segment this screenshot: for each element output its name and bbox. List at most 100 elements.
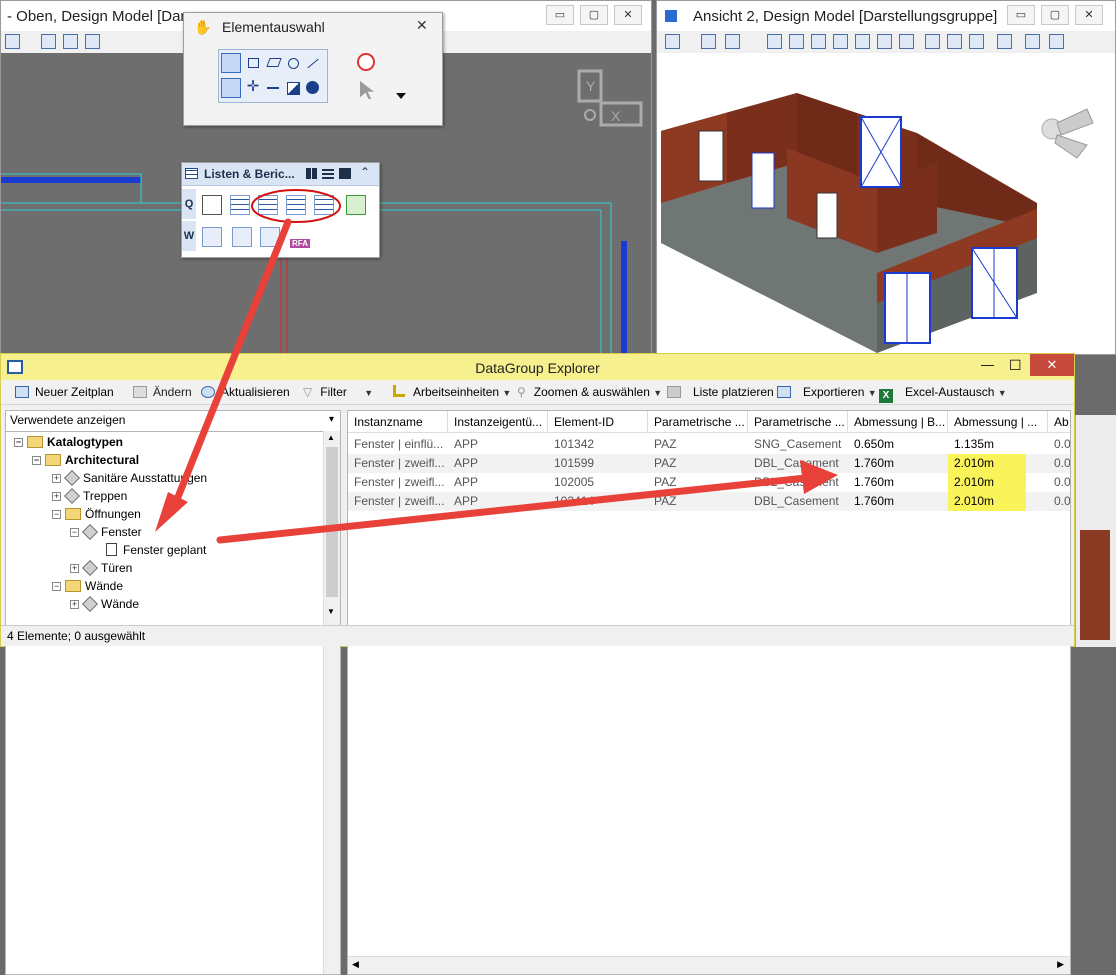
invert-selection-icon[interactable] — [283, 78, 303, 98]
filter-dropdown-icon[interactable]: ▼ — [364, 388, 373, 398]
new-schedule-button[interactable]: Neuer Zeitplan — [15, 384, 114, 400]
tree-node-openings[interactable]: − Öffnungen — [52, 505, 141, 523]
refresh-button[interactable]: Aktualisieren — [201, 384, 290, 400]
grid-horizontal-scrollbar[interactable]: ◀ ▶ — [348, 956, 1070, 974]
tree-node-doors[interactable]: + Türen — [70, 559, 132, 577]
column-header[interactable]: Parametrische ... — [748, 411, 848, 433]
lists-reports-header[interactable]: Listen & Beric... ⌃ — [182, 163, 379, 186]
fit-view-icon[interactable] — [855, 34, 870, 49]
collapse-icon[interactable]: ⌃ — [360, 165, 370, 179]
scroll-down-icon[interactable]: ▼ — [327, 607, 335, 616]
tree-node-sanitary[interactable]: + Sanitäre Ausstattungen — [52, 469, 207, 487]
view2-canvas[interactable] — [657, 53, 1115, 354]
edit-report-icon[interactable] — [202, 195, 222, 215]
tree-scrollbar[interactable]: ▲ ▼ — [323, 431, 340, 974]
validate-report-icon[interactable] — [314, 195, 334, 215]
open-report-icon[interactable] — [202, 227, 222, 247]
tool-icon[interactable] — [767, 34, 782, 49]
collapse-icon[interactable]: − — [32, 456, 41, 465]
tree-node-windows-planned[interactable]: Fenster geplant — [106, 541, 206, 559]
column-header[interactable]: Ab — [1048, 411, 1070, 433]
place-list-button[interactable]: Liste platzieren — [667, 384, 774, 400]
view-render-icon[interactable] — [1049, 34, 1064, 49]
excel-exchange-button[interactable]: X Excel-Austausch ▼ — [879, 384, 1007, 403]
walk-icon[interactable] — [925, 34, 940, 49]
tree-node-stairs[interactable]: + Treppen — [52, 487, 127, 505]
rectangle-mode-icon[interactable] — [243, 53, 263, 73]
details-view-icon[interactable] — [339, 168, 351, 179]
maximize-button[interactable]: ▢ — [1041, 5, 1069, 25]
tree-node-walls-folder[interactable]: − Wände — [52, 577, 123, 595]
subtract-selection-icon[interactable] — [263, 78, 283, 98]
scroll-left-icon[interactable]: ◀ — [352, 959, 359, 970]
new-selection-icon[interactable] — [221, 78, 241, 98]
import-report-icon[interactable] — [232, 227, 252, 247]
add-selection-icon[interactable]: ✛ — [243, 78, 263, 98]
table-row[interactable]: Fenster | zweifl... APP 101599 PAZ DBL_Casem… — [348, 454, 1070, 473]
individual-mode-icon[interactable] — [221, 53, 241, 73]
collapse-icon[interactable]: − — [14, 438, 23, 447]
scroll-up-icon[interactable]: ▲ — [327, 433, 335, 442]
previous-view-icon[interactable] — [947, 34, 962, 49]
rfa-badge[interactable]: RFA — [290, 239, 310, 248]
minimize-button[interactable]: — — [981, 357, 994, 372]
minimize-button[interactable]: ▭ — [546, 5, 574, 25]
filter-icon[interactable] — [41, 34, 56, 49]
collapse-icon[interactable]: − — [52, 582, 61, 591]
column-header[interactable]: Element-ID — [548, 411, 648, 433]
pan-view-icon[interactable] — [899, 34, 914, 49]
circle-mode-icon[interactable] — [283, 53, 303, 73]
filter-button[interactable]: ▽ Filter ▼ — [303, 384, 373, 400]
expand-icon[interactable]: + — [52, 474, 61, 483]
change-button[interactable]: Ändern — [133, 384, 192, 400]
export-report-icon[interactable] — [260, 227, 280, 247]
tree-node-catalog-types[interactable]: − Katalogtypen — [14, 433, 123, 451]
render-icon[interactable] — [85, 34, 100, 49]
expand-icon[interactable]: + — [70, 564, 79, 573]
parallelogram-mode-icon[interactable] — [263, 53, 283, 73]
expand-icon[interactable]: + — [52, 492, 61, 501]
zoom-out-icon[interactable] — [811, 34, 826, 49]
close-button[interactable]: ✕ — [1075, 5, 1103, 25]
more-options-icon[interactable] — [396, 93, 406, 99]
define-report-icon[interactable] — [230, 195, 250, 215]
settings-icon[interactable] — [63, 34, 78, 49]
report-wizard-icon[interactable] — [258, 195, 278, 215]
cursor-select-icon[interactable] — [360, 81, 374, 99]
tree-scroll-thumb[interactable] — [326, 447, 338, 597]
minimize-button[interactable]: ▭ — [1007, 5, 1035, 25]
table-row[interactable]: Fenster | zweifl... APP 102005 PAZ DBL_Casem… — [348, 473, 1070, 492]
refresh-report-icon[interactable] — [346, 195, 366, 215]
view2-titlebar[interactable]: Ansicht 2, Design Model [Darstellungsgru… — [657, 1, 1115, 31]
view-settings-icon[interactable] — [1025, 34, 1040, 49]
maximize-button[interactable]: ☐ — [1009, 357, 1022, 374]
schedule-icon[interactable] — [286, 195, 306, 215]
column-header[interactable]: Instanzname — [348, 411, 448, 433]
select-all-icon[interactable] — [303, 78, 323, 98]
working-units-button[interactable]: Arbeitseinheiten ▼ — [393, 384, 511, 400]
column-header[interactable]: Parametrische ... — [648, 411, 748, 433]
column-header[interactable]: Abmessung | ... — [948, 411, 1048, 433]
close-button[interactable]: ✕ — [1030, 354, 1074, 376]
zoom-in-icon[interactable] — [789, 34, 804, 49]
rotate-view-icon[interactable] — [877, 34, 892, 49]
collapse-icon[interactable]: − — [52, 510, 61, 519]
show-used-combo[interactable]: Verwendete anzeigen ▾ — [6, 411, 340, 432]
tree-node-architectural[interactable]: − Architectural — [32, 451, 139, 469]
element-selection-titlebar[interactable]: ✋ Elementauswahl ✕ — [184, 13, 442, 41]
light-icon[interactable] — [725, 34, 740, 49]
line-mode-icon[interactable] — [303, 53, 323, 73]
close-button[interactable]: ✕ — [416, 17, 428, 34]
clear-selection-icon[interactable] — [357, 53, 375, 71]
next-view-icon[interactable] — [969, 34, 984, 49]
maximize-button[interactable]: ▢ — [580, 5, 608, 25]
collapse-icon[interactable]: − — [70, 528, 79, 537]
view-filter-icon[interactable] — [997, 34, 1012, 49]
list-view-icon[interactable] — [322, 168, 334, 179]
display-style-icon[interactable] — [701, 34, 716, 49]
scroll-right-icon[interactable]: ▶ — [1057, 959, 1064, 970]
zoom-select-button[interactable]: ⚲ Zoomen & auswählen ▼ — [517, 384, 662, 400]
tree-node-windows[interactable]: − Fenster — [70, 523, 142, 541]
column-header[interactable]: Instanzeigentü... — [448, 411, 548, 433]
table-row[interactable]: Fenster | zweifl... APP 102414 PAZ DBL_Casem… — [348, 492, 1070, 511]
